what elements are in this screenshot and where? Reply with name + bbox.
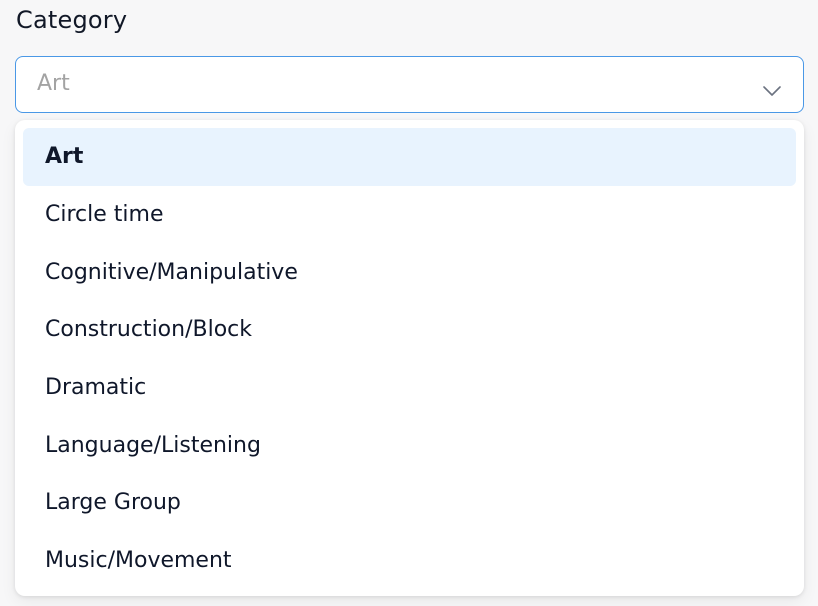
option-construction-block[interactable]: Construction/Block: [23, 301, 796, 359]
category-select[interactable]: Art: [15, 56, 804, 113]
option-music-movement[interactable]: Music/Movement: [23, 532, 796, 590]
option-art[interactable]: Art: [23, 128, 796, 186]
option-label: Large Group: [45, 490, 181, 516]
option-label: Circle time: [45, 202, 164, 228]
option-circle-time[interactable]: Circle time: [23, 186, 796, 244]
option-label: Art: [45, 144, 84, 170]
option-large-group[interactable]: Large Group: [23, 474, 796, 532]
option-label: Cognitive/Manipulative: [45, 259, 298, 285]
category-select-screen: Category Art Art Circle time Cognitive/M…: [0, 0, 818, 606]
category-label: Category: [16, 6, 128, 34]
option-label: Language/Listening: [45, 432, 261, 458]
option-dramatic[interactable]: Dramatic: [23, 359, 796, 417]
option-language-listening[interactable]: Language/Listening: [23, 416, 796, 474]
option-label: Music/Movement: [45, 548, 232, 574]
selected-value: Art: [37, 71, 70, 96]
category-dropdown-menu: Art Circle time Cognitive/Manipulative C…: [15, 120, 804, 596]
option-label: Dramatic: [45, 375, 147, 401]
option-cognitive-manipulative[interactable]: Cognitive/Manipulative: [23, 243, 796, 301]
option-label: Construction/Block: [45, 317, 252, 343]
chevron-down-icon[interactable]: [763, 85, 781, 97]
